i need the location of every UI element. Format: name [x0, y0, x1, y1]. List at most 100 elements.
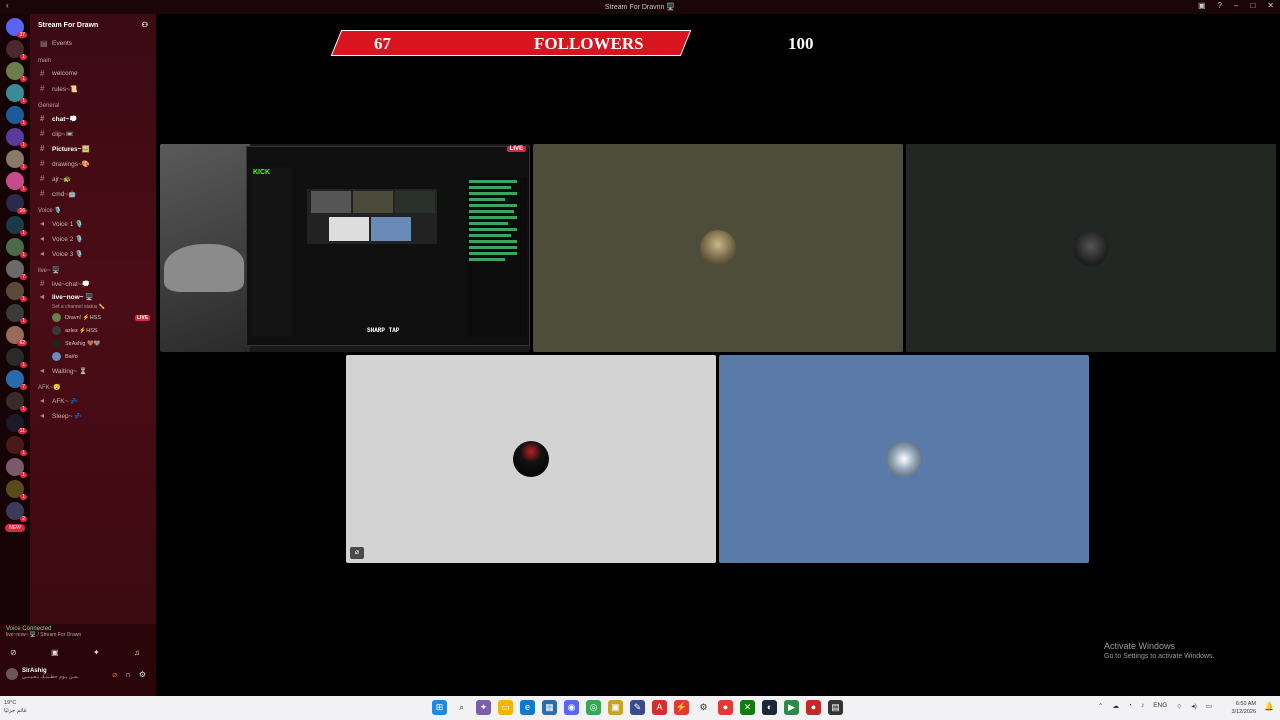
server-icon[interactable]: 1	[6, 150, 27, 170]
channel-voice1[interactable]: ◂ Voice 1 🎙️	[30, 216, 156, 231]
network-icon[interactable]: ◔	[1128, 702, 1132, 711]
voice-user[interactable]: azlez ⚡HSS	[30, 324, 156, 337]
battery-icon[interactable]: ▭	[1206, 702, 1212, 711]
back-arrow-icon[interactable]: ‹	[6, 1, 9, 10]
server-icon[interactable]: 62	[6, 326, 27, 346]
app-icon[interactable]: ✎	[630, 700, 645, 715]
new-badge[interactable]: NEW	[5, 524, 25, 532]
server-icon[interactable]: 1	[6, 106, 27, 126]
category-live[interactable]: live~ 🖥️	[30, 261, 156, 276]
channel-sleep[interactable]: ◂ Sleep~ 💤	[30, 408, 156, 423]
store-icon[interactable]: ▦	[542, 700, 557, 715]
app-icon[interactable]: ▣	[608, 700, 623, 715]
voice-user[interactable]: Ba#o	[30, 350, 156, 363]
steam-icon[interactable]: ◐	[762, 700, 777, 715]
server-icon[interactable]: 1	[6, 282, 27, 302]
channel-voice2[interactable]: ◂ Voice 2 🎙️	[30, 231, 156, 246]
wifi-icon[interactable]: ⌔	[1176, 702, 1182, 711]
app-icon[interactable]: ▶	[784, 700, 799, 715]
channel-afk[interactable]: ◂ AFK~ 💤	[30, 393, 156, 408]
category-main[interactable]: main	[30, 51, 156, 66]
participant-tile[interactable]	[906, 144, 1276, 352]
participant-tile[interactable]	[533, 144, 903, 352]
settings-icon[interactable]: ⚙	[696, 700, 711, 715]
server-icon[interactable]: 1	[6, 348, 27, 368]
category-afk[interactable]: AFK~😴	[30, 378, 156, 393]
server-icon[interactable]: 1	[6, 128, 27, 148]
volume-icon[interactable]: ◂)	[1191, 702, 1196, 711]
mute-icon[interactable]: ⌀	[112, 670, 117, 679]
server-icon[interactable]: 7	[6, 260, 27, 280]
server-icon[interactable]: 1	[6, 238, 27, 258]
add-member-icon[interactable]: ⚇	[142, 21, 148, 29]
server-icon[interactable]: 1	[6, 84, 27, 104]
channel-status[interactable]: Set a channel status ✏️	[30, 302, 156, 311]
server-icon[interactable]: 2	[6, 502, 27, 522]
server-icon[interactable]: 11	[6, 414, 27, 434]
camera-off-icon[interactable]: ⊘	[10, 648, 17, 657]
soundboard-icon[interactable]: ♫	[134, 648, 140, 657]
app-icon[interactable]: ●	[718, 700, 733, 715]
app-icon[interactable]: ▤	[828, 700, 843, 715]
channel-clip[interactable]: # clip~📼	[30, 126, 156, 141]
channel-chat[interactable]: # chat~💭	[30, 111, 156, 126]
edge-icon[interactable]: e	[520, 700, 535, 715]
folder-icon[interactable]: ▭	[498, 700, 513, 715]
channel-ajr[interactable]: # ajr~🐢	[30, 171, 156, 186]
clock[interactable]: 6:50 AM 3/12/2026	[1232, 700, 1256, 716]
participant-tile[interactable]	[719, 355, 1089, 563]
voice-channel-label[interactable]: live~now~ 🖥️ / Stream For Drawn	[6, 632, 81, 638]
channel-rules[interactable]: # rules~📜	[30, 81, 156, 96]
inbox-icon[interactable]: ▣	[1198, 1, 1206, 10]
channel-pictures[interactable]: # Pictures~🖼️	[30, 141, 156, 156]
close-button[interactable]: ✕	[1267, 1, 1274, 10]
headphones-icon[interactable]: ∩	[125, 670, 131, 679]
chrome-icon[interactable]: ◎	[586, 700, 601, 715]
channel-livenow[interactable]: ◂ live~now~ 🖥️	[30, 291, 156, 302]
server-icon[interactable]: 1	[6, 40, 27, 60]
category-general[interactable]: General	[30, 96, 156, 111]
channel-voice3[interactable]: ◂ Voice 3 🎙️	[30, 246, 156, 261]
search-icon[interactable]: ⌕	[454, 700, 469, 715]
cloud-icon[interactable]: ☁	[1113, 702, 1120, 711]
copilot-icon[interactable]: ✦	[476, 700, 491, 715]
user-panel[interactable]: SirAshig ـمـن يـوم حطـيتـك بـعـيـنـي	[6, 668, 79, 680]
help-icon[interactable]: ?	[1218, 1, 1222, 10]
server-icon[interactable]: 1	[6, 392, 27, 412]
xbox-icon[interactable]: ✕	[740, 700, 755, 715]
server-icon[interactable]: 1	[6, 436, 27, 456]
category-voice[interactable]: Voice 🎙️	[30, 201, 156, 216]
server-icon[interactable]: 1	[6, 480, 27, 500]
participant-tile[interactable]: ⌀	[346, 355, 716, 563]
server-icon[interactable]: 1	[6, 304, 27, 324]
voice-user[interactable]: SirAshig 🤎🩶	[30, 337, 156, 350]
screen-share-icon[interactable]: ▣	[51, 648, 59, 657]
app-icon[interactable]: ●	[806, 700, 821, 715]
events-item[interactable]: ▤ Events	[30, 36, 156, 51]
server-icon[interactable]: 1	[6, 172, 27, 192]
server-icon[interactable]: 1	[6, 216, 27, 236]
stream-tile[interactable]: KICK SHARP TAP LIVE	[160, 144, 530, 352]
server-icon[interactable]: 7	[6, 370, 27, 390]
voice-user[interactable]: Dravn! ⚡HSS LIVE	[30, 311, 156, 324]
chevron-up-icon[interactable]: ⌃	[1098, 702, 1103, 711]
channel-waiting[interactable]: ◂ Waiting~ ⏳	[30, 363, 156, 378]
app-icon[interactable]: ⚡	[674, 700, 689, 715]
activities-icon[interactable]: ✦	[93, 648, 100, 657]
server-icon[interactable]: 16	[6, 194, 27, 214]
channel-welcome[interactable]: # welcome	[30, 66, 156, 81]
weather-widget[interactable]: 19°C غائم جزئيًا	[4, 699, 27, 715]
start-icon[interactable]: ⊞	[432, 700, 447, 715]
discord-icon[interactable]: ◉	[564, 700, 579, 715]
direct-messages-icon[interactable]: 37	[6, 18, 27, 38]
notification-bell-icon[interactable]: 🔔	[1264, 702, 1274, 711]
server-icon[interactable]: 1	[6, 458, 27, 478]
language-indicator[interactable]: ENG	[1153, 702, 1167, 711]
mic-icon[interactable]: ♪	[1141, 702, 1144, 711]
channel-drawings[interactable]: # drawings~🎨	[30, 156, 156, 171]
guild-header[interactable]: Stream For Drawn ⚇	[30, 14, 156, 36]
channel-livechat[interactable]: # live~chat~💭	[30, 276, 156, 291]
channel-cmd[interactable]: # cmd~🤖	[30, 186, 156, 201]
server-icon[interactable]: 1	[6, 62, 27, 82]
minimize-button[interactable]: –	[1234, 1, 1238, 10]
